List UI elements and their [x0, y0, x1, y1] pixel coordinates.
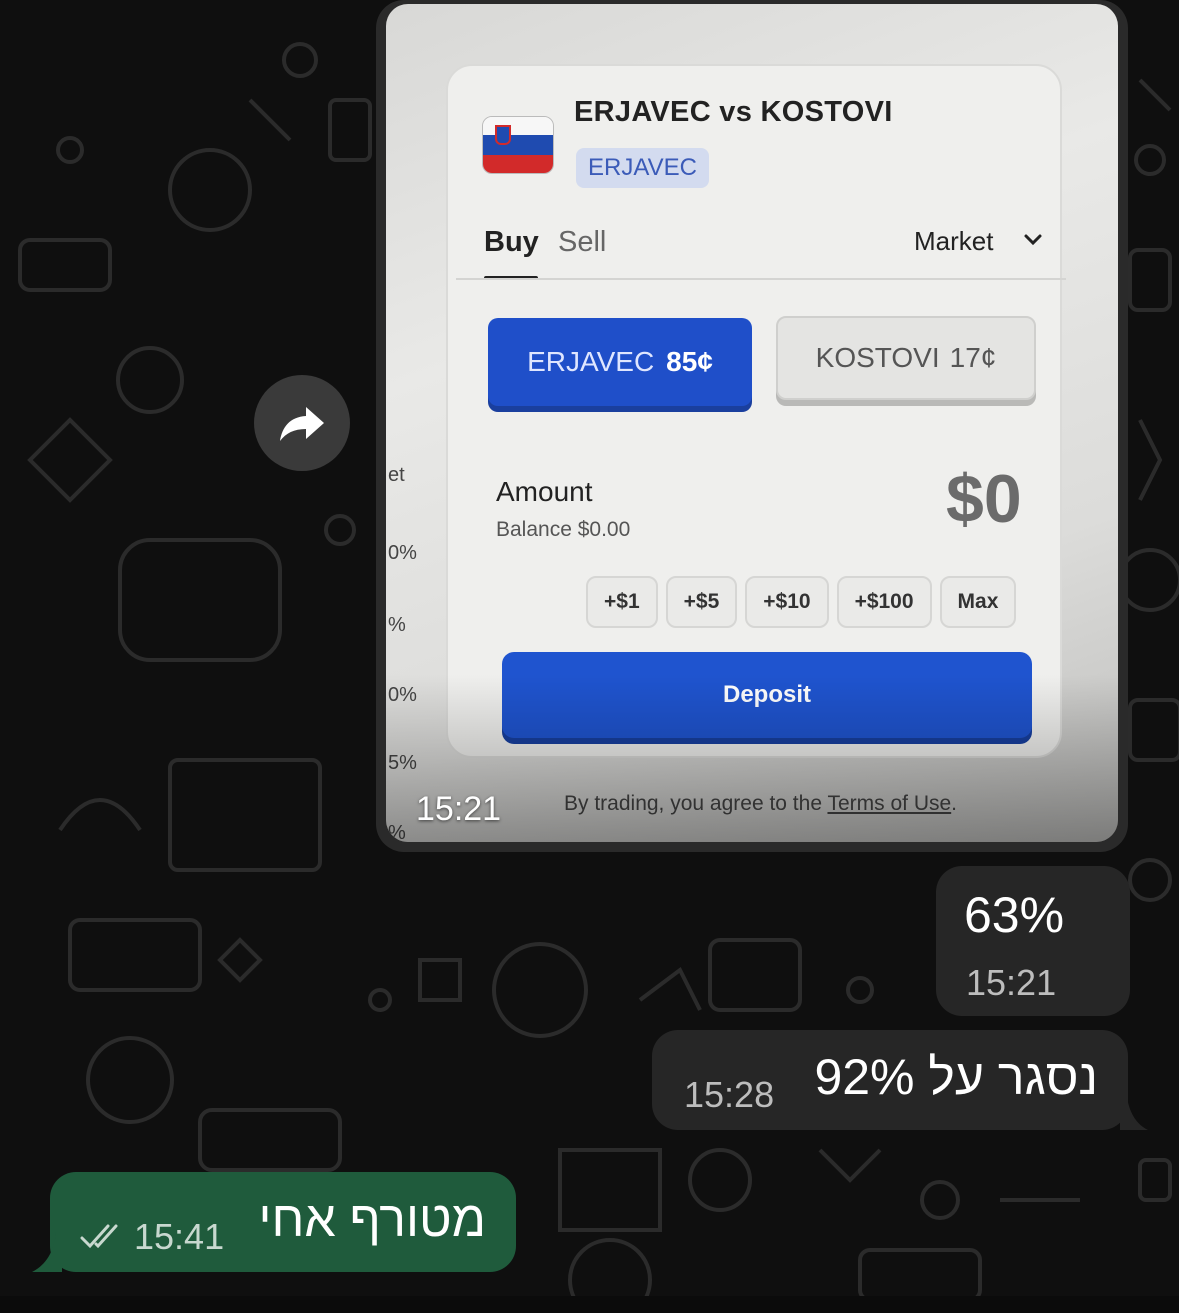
screenshot-photo[interactable]: et 0% % 0% 5% % ERJAVEC vs KOSTOVI ERJAV…	[386, 4, 1118, 842]
bottom-edge	[0, 1296, 1179, 1313]
outcome-kostovi-button[interactable]: KOSTOVI 17¢	[776, 316, 1036, 400]
outcome-erjavec-button[interactable]: ERJAVEC 85¢	[488, 318, 752, 406]
message-text: 63%	[964, 887, 1065, 943]
quick-amount-10[interactable]: +$10	[745, 576, 829, 628]
outcome-price: 17¢	[949, 342, 997, 373]
message-time: 15:28	[684, 1074, 775, 1115]
cropped-left-column: et 0% % 0% 5% %	[386, 4, 436, 842]
left-fragment: 0%	[388, 684, 417, 706]
forward-button[interactable]	[254, 375, 350, 471]
left-fragment: et	[388, 464, 405, 486]
market-title: ERJAVEC vs KOSTOVI	[574, 96, 893, 128]
outcome-tag: ERJAVEC	[576, 148, 709, 188]
terms-prefix: By trading, you agree to the	[564, 792, 828, 815]
quick-amount-100[interactable]: +$100	[836, 576, 932, 628]
amount-label: Amount	[496, 476, 593, 507]
left-fragment: %	[388, 822, 406, 842]
photo-message-bubble[interactable]: et 0% % 0% 5% % ERJAVEC vs KOSTOVI ERJAV…	[376, 0, 1128, 852]
terms-text: By trading, you agree to the Terms of Us…	[564, 792, 957, 816]
balance-label: Balance $0.00	[496, 518, 631, 541]
message-time: 15:21	[416, 790, 502, 828]
message-time: 15:21	[966, 962, 1057, 1003]
message-bubble-incoming[interactable]: 63% 15:21	[936, 866, 1130, 1016]
left-fragment: %	[388, 614, 406, 636]
amount-input[interactable]: $0	[946, 460, 1022, 538]
order-type-dropdown[interactable]: Market	[914, 226, 993, 257]
tab-divider	[456, 278, 1066, 280]
chevron-down-icon[interactable]	[1022, 228, 1044, 250]
outcome-name: ERJAVEC	[527, 346, 655, 377]
terms-suffix: .	[951, 792, 958, 815]
outcome-price: 85¢	[666, 346, 713, 377]
left-fragment: 0%	[388, 542, 417, 564]
terms-of-use-link[interactable]: Terms of Use	[827, 792, 951, 815]
double-check-icon	[80, 1224, 118, 1249]
forward-arrow-icon	[280, 407, 324, 441]
tab-sell[interactable]: Sell	[558, 226, 606, 259]
message-text: נסגר על 92%	[814, 1049, 1098, 1105]
message-text: מטורף אחי	[258, 1191, 486, 1247]
message-bubble-outgoing[interactable]: מטורף אחי 15:41	[50, 1172, 516, 1272]
deposit-button[interactable]: Deposit	[502, 652, 1032, 738]
slovenia-flag-icon	[482, 116, 554, 174]
quick-amount-chips: +$1 +$5 +$10 +$100 Max	[586, 576, 1017, 628]
tab-buy[interactable]: Buy	[484, 226, 539, 259]
outcome-name: KOSTOVI	[815, 342, 940, 373]
bubble-tail	[1120, 1090, 1148, 1130]
message-bubble-incoming[interactable]: נסגר על 92% 15:28	[652, 1030, 1128, 1130]
quick-amount-max[interactable]: Max	[939, 576, 1017, 628]
left-fragment: 5%	[388, 752, 417, 774]
bubble-tail	[32, 1232, 62, 1272]
quick-amount-1[interactable]: +$1	[586, 576, 658, 628]
quick-amount-5[interactable]: +$5	[665, 576, 738, 628]
message-time: 15:41	[134, 1216, 225, 1257]
